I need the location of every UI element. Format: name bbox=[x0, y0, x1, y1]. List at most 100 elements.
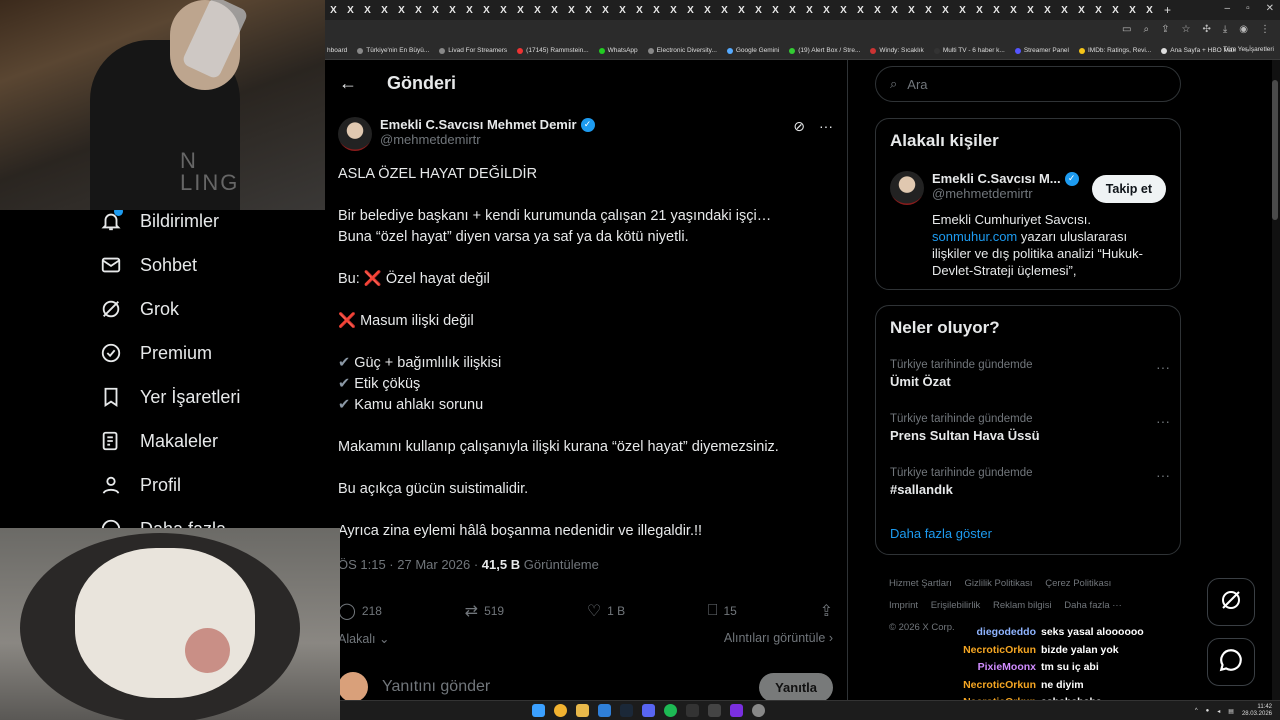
browser-tab-x-icon[interactable]: X bbox=[869, 5, 886, 16]
browser-tab-x-icon[interactable]: X bbox=[427, 5, 444, 16]
browser-tab-x-icon[interactable]: X bbox=[699, 5, 716, 16]
more-options-icon[interactable]: ··· bbox=[1156, 413, 1170, 429]
browser-tab-x-icon[interactable]: X bbox=[410, 5, 427, 16]
browser-tab-x-icon[interactable]: X bbox=[478, 5, 495, 16]
browser-tab-x-icon[interactable]: X bbox=[665, 5, 682, 16]
network-icon[interactable]: ▤ bbox=[1228, 708, 1234, 715]
browser-tab-x-icon[interactable]: X bbox=[903, 5, 920, 16]
menu-icon[interactable]: ⋮ bbox=[1260, 24, 1270, 35]
more-options-icon[interactable]: ··· bbox=[819, 118, 833, 135]
avatar[interactable] bbox=[890, 171, 924, 205]
like-button[interactable]: ♡ 1 B bbox=[587, 601, 625, 621]
tray-chevron-icon[interactable]: ^ bbox=[1195, 708, 1198, 714]
bookmark-item[interactable]: Electronic Diversity... bbox=[647, 47, 717, 54]
footer-link[interactable]: Erişilebilirlik bbox=[931, 600, 981, 611]
footer-link[interactable]: Hizmet Şartları bbox=[889, 578, 952, 589]
browser-tab-x-icon[interactable]: X bbox=[784, 5, 801, 16]
chrome-icon[interactable] bbox=[554, 704, 567, 717]
bookmark-item[interactable]: (17145) Rammstein... bbox=[517, 47, 589, 54]
nav-profile[interactable]: Profil bbox=[100, 470, 181, 500]
avatar[interactable] bbox=[338, 117, 372, 151]
bookmark-item[interactable]: Multi TV - 6 haber k... bbox=[933, 47, 1005, 54]
browser-tab-x-icon[interactable]: X bbox=[1056, 5, 1073, 16]
obs-icon[interactable] bbox=[752, 704, 765, 717]
trend-item[interactable]: Türkiye tarihinde gündemde Ümit Özat ··· bbox=[890, 359, 1170, 389]
reply-button[interactable]: ◯ 218 bbox=[338, 601, 382, 621]
reply-submit-button[interactable]: Yanıtla bbox=[759, 672, 833, 700]
all-bookmarks[interactable]: Tüm Yer İşaretleri bbox=[1223, 46, 1274, 53]
download-icon[interactable]: ⤓ bbox=[1223, 24, 1227, 35]
browser-tab-x-icon[interactable]: X bbox=[393, 5, 410, 16]
cast-icon[interactable]: ▭ bbox=[1122, 24, 1131, 35]
windows-start-icon[interactable] bbox=[532, 704, 545, 717]
show-more-link[interactable]: Daha fazla göster bbox=[890, 526, 992, 541]
browser-tab-x-icon[interactable]: X bbox=[988, 5, 1005, 16]
back-arrow-icon[interactable]: ← bbox=[339, 73, 357, 94]
bookmark-item[interactable]: hboard bbox=[327, 47, 347, 54]
bookmark-item[interactable]: Google Gemini bbox=[726, 47, 779, 54]
browser-tab-x-icon[interactable]: X bbox=[920, 5, 937, 16]
nav-bookmarks[interactable]: Yer İşaretleri bbox=[100, 382, 240, 412]
browser-tab-x-icon[interactable]: X bbox=[495, 5, 512, 16]
trend-item[interactable]: Türkiye tarihinde gündemde Prens Sultan … bbox=[890, 413, 1170, 443]
browser-tab-x-icon[interactable]: X bbox=[597, 5, 614, 16]
browser-tab-x-icon[interactable]: X bbox=[529, 5, 546, 16]
window-controls[interactable]: – ▫ ✕ bbox=[1225, 3, 1275, 14]
browser-tab-x-icon[interactable]: X bbox=[682, 5, 699, 16]
nav-notifications[interactable]: Bildirimler bbox=[100, 210, 219, 236]
bookmark-item[interactable]: (19) Alert Box / Stre... bbox=[789, 47, 860, 54]
browser-tab-x-icon[interactable]: X bbox=[580, 5, 597, 16]
minimize-icon[interactable]: – bbox=[1225, 3, 1231, 14]
browser-tab-x-icon[interactable]: X bbox=[461, 5, 478, 16]
browser-tab-x-icon[interactable]: X bbox=[631, 5, 648, 16]
profile-icon[interactable]: ◉ bbox=[1239, 24, 1248, 35]
browser-tab-x-icon[interactable]: X bbox=[1107, 5, 1124, 16]
follow-button[interactable]: Takip et bbox=[1091, 175, 1166, 203]
more-options-icon[interactable]: ··· bbox=[1156, 467, 1170, 483]
post-time[interactable]: ÖS 1:15 · 27 Mar 2026 · bbox=[338, 557, 482, 572]
zoom-icon[interactable]: ⌕ bbox=[1143, 24, 1149, 35]
browser-tab-x-icon[interactable]: X bbox=[376, 5, 393, 16]
browser-tab-x-icon[interactable]: X bbox=[835, 5, 852, 16]
nav-grok[interactable]: Grok bbox=[100, 294, 179, 324]
browser-tab-x-icon[interactable]: X bbox=[971, 5, 988, 16]
speaker-icon[interactable]: ◂ bbox=[1217, 708, 1220, 715]
app-icon[interactable] bbox=[708, 704, 721, 717]
trend-item[interactable]: Türkiye tarihinde gündemde #sallandık ··… bbox=[890, 467, 1170, 497]
extensions-icon[interactable]: ✣ bbox=[1202, 24, 1210, 35]
chat-username[interactable]: diegodeddo bbox=[940, 626, 1037, 644]
maximize-icon[interactable]: ▫ bbox=[1246, 3, 1250, 14]
bookmark-item[interactable]: Windy: Sıcaklık bbox=[870, 47, 924, 54]
chat-username[interactable]: NecroticOrkun bbox=[940, 644, 1036, 662]
grok-icon[interactable]: ⊘ bbox=[793, 118, 805, 135]
browser-tab-x-icon[interactable]: X bbox=[1005, 5, 1022, 16]
close-icon[interactable]: ✕ bbox=[1266, 3, 1274, 14]
search-input[interactable]: ⌕ Ara bbox=[875, 66, 1181, 102]
browser-tab-x-icon[interactable]: X bbox=[648, 5, 665, 16]
share-button[interactable]: ⇪ bbox=[820, 601, 833, 621]
browser-tab-x-icon[interactable]: X bbox=[937, 5, 954, 16]
footer-link[interactable]: Çerez Politikası bbox=[1045, 578, 1111, 589]
steam-icon[interactable] bbox=[620, 704, 633, 717]
browser-tab-x-icon[interactable]: X bbox=[954, 5, 971, 16]
mic-icon[interactable]: ● bbox=[1206, 708, 1210, 714]
bio-link[interactable]: sonmuhur.com bbox=[932, 229, 1017, 244]
browser-tab-x-icon[interactable]: X bbox=[1073, 5, 1090, 16]
scrollbar-thumb[interactable] bbox=[1272, 80, 1278, 220]
browser-tab-x-icon[interactable]: X bbox=[852, 5, 869, 16]
bookmark-item[interactable]: Livad For Streamers bbox=[439, 47, 507, 54]
chat-username[interactable]: PixieMoonx bbox=[940, 661, 1036, 679]
star-icon[interactable]: ☆ bbox=[1181, 24, 1190, 35]
related-user[interactable]: Emekli C.Savcısı M... ✓ @mehmetdemirtr bbox=[890, 171, 1079, 205]
grok-fab[interactable] bbox=[1207, 578, 1255, 626]
browser-tab-x-icon[interactable]: X bbox=[614, 5, 631, 16]
chat-username[interactable]: NecroticOrkun bbox=[940, 679, 1036, 697]
browser-tab-x-icon[interactable]: X bbox=[1090, 5, 1107, 16]
browser-tab-x-icon[interactable]: X bbox=[546, 5, 563, 16]
browser-tab-x-icon[interactable]: X bbox=[801, 5, 818, 16]
browser-tab-x-icon[interactable]: X bbox=[512, 5, 529, 16]
sort-dropdown[interactable]: Alakalı ⌄ bbox=[338, 631, 390, 646]
browser-tab-x-icon[interactable]: X bbox=[750, 5, 767, 16]
app-icon[interactable] bbox=[598, 704, 611, 717]
footer-link[interactable]: Daha fazla ··· bbox=[1064, 600, 1122, 611]
